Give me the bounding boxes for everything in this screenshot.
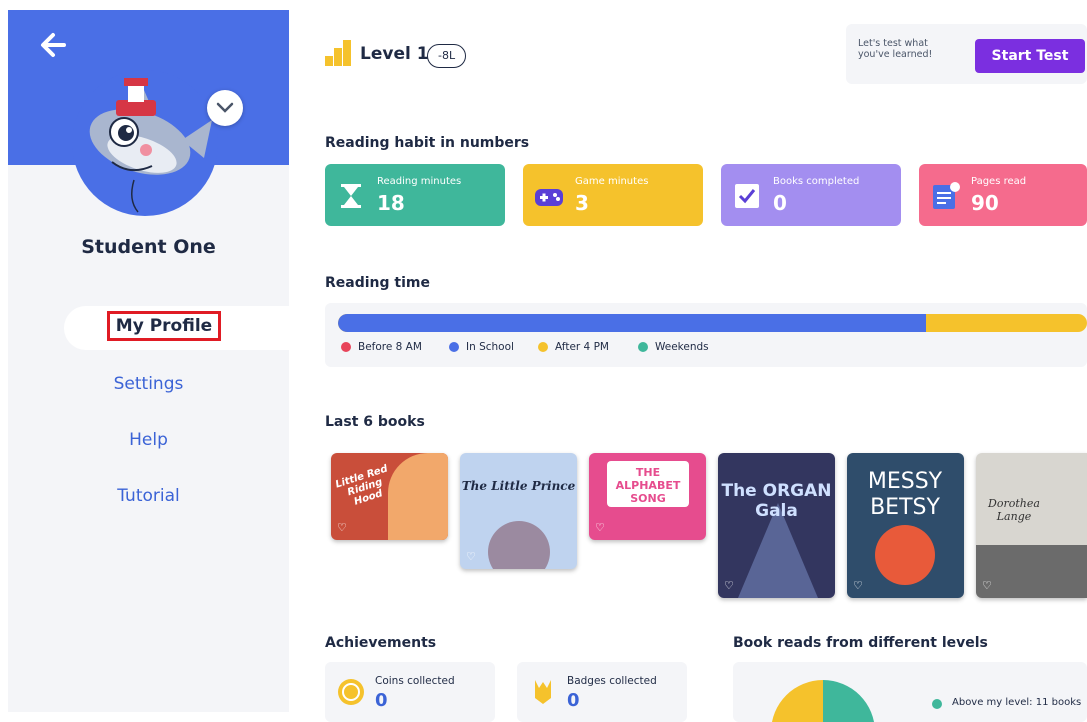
coins-card: Coins collected 0 xyxy=(325,662,495,722)
book-title: The ORGAN Gala xyxy=(721,481,832,521)
levels-legend-label: Above my level: 11 books xyxy=(952,697,1082,708)
start-test-button[interactable]: Start Test xyxy=(975,39,1085,73)
book-title: Dorothea Lange xyxy=(988,497,1040,523)
stat-reading-minutes: Reading minutes 18 xyxy=(325,164,505,226)
sidebar: Student One My Profile Settings Help Tut… xyxy=(8,10,289,712)
book-cover-2[interactable]: The Little Prince ♡ xyxy=(460,453,577,569)
test-prompt-card: Let's test what you've learned! Start Te… xyxy=(846,24,1087,84)
achievements-title: Achievements xyxy=(325,635,437,651)
badges-card: Badges collected 0 xyxy=(517,662,687,722)
pie-slice-green xyxy=(823,680,874,722)
stat-pages-read: Pages read 90 xyxy=(919,164,1087,226)
pie-slice-yellow xyxy=(772,680,823,722)
book-cover-6[interactable]: Dorothea Lange ♡ xyxy=(976,453,1087,598)
level-label: Level 1 xyxy=(360,44,429,64)
gamepad-icon xyxy=(535,189,563,206)
legend-label: In School xyxy=(466,341,514,353)
ach-value: 0 xyxy=(375,690,388,711)
book-title: MESSY BETSY xyxy=(867,469,943,520)
book-art xyxy=(388,453,448,540)
stat-value: 90 xyxy=(971,191,999,215)
stat-value: 0 xyxy=(773,191,787,215)
legend-in-school: In School xyxy=(449,341,514,353)
stat-value: 3 xyxy=(575,191,589,215)
stat-books-completed: Books completed 0 xyxy=(721,164,901,226)
stat-game-minutes: Game minutes 3 xyxy=(523,164,703,226)
nav-settings[interactable]: Settings xyxy=(8,374,289,394)
reading-time-bar xyxy=(338,314,1087,332)
book-cover-4[interactable]: The ORGAN Gala ♡ xyxy=(718,453,835,598)
nav-my-profile-label: My Profile xyxy=(106,311,222,341)
stat-label: Reading minutes xyxy=(377,176,462,187)
stat-label: Game minutes xyxy=(575,176,649,187)
legend-dot xyxy=(932,699,942,709)
heart-icon[interactable]: ♡ xyxy=(982,579,992,592)
legend-label: Weekends xyxy=(655,341,709,353)
heart-icon[interactable]: ♡ xyxy=(337,521,347,534)
heart-icon[interactable]: ♡ xyxy=(853,579,863,592)
legend-dot xyxy=(638,342,648,352)
level-bars-icon xyxy=(325,40,351,66)
levels-panel: Above my level: 11 books xyxy=(733,662,1087,722)
stat-label: Books completed xyxy=(773,176,860,187)
chevron-down-icon xyxy=(216,102,234,113)
levels-title: Book reads from different levels xyxy=(733,635,988,651)
student-name: Student One xyxy=(81,236,216,258)
reading-time-panel: Before 8 AM In School After 4 PM Weekend… xyxy=(325,303,1087,367)
legend-after-4pm: After 4 PM xyxy=(538,341,609,353)
coin-icon xyxy=(338,679,364,705)
book-art xyxy=(488,521,550,569)
pages-icon xyxy=(933,182,960,209)
nav-help[interactable]: Help xyxy=(8,430,289,450)
reading-time-title: Reading time xyxy=(325,275,430,291)
levels-pie-chart xyxy=(772,680,874,722)
test-prompt-text: Let's test what you've learned! xyxy=(858,38,933,60)
legend-dot xyxy=(341,342,351,352)
shark-avatar-icon xyxy=(89,78,212,213)
book-cover-3[interactable]: THE ALPHABET SONG ♡ xyxy=(589,453,706,540)
book-cover-1[interactable]: Little Red Riding Hood ♡ xyxy=(331,453,448,540)
book-title: The Little Prince xyxy=(461,479,576,493)
stat-label: Pages read xyxy=(971,176,1027,187)
heart-icon[interactable]: ♡ xyxy=(595,521,605,534)
legend-label: After 4 PM xyxy=(555,341,609,353)
ach-label: Coins collected xyxy=(375,675,455,687)
habit-title: Reading habit in numbers xyxy=(325,135,530,151)
ach-value: 0 xyxy=(567,690,580,711)
nav-my-profile[interactable]: My Profile xyxy=(64,306,289,350)
book-art xyxy=(875,525,935,585)
back-button[interactable] xyxy=(36,28,70,62)
legend-dot xyxy=(538,342,548,352)
badge-icon xyxy=(535,680,551,704)
books-title: Last 6 books xyxy=(325,414,425,430)
avatar-menu-button[interactable] xyxy=(207,90,243,126)
book-title: THE ALPHABET SONG xyxy=(615,466,681,505)
legend-before-8am: Before 8 AM xyxy=(341,341,422,353)
book-cover-5[interactable]: MESSY BETSY ♡ xyxy=(847,453,964,598)
arrow-left-icon xyxy=(41,33,66,57)
legend-label: Before 8 AM xyxy=(358,341,422,353)
ach-label: Badges collected xyxy=(567,675,657,687)
nav-tutorial[interactable]: Tutorial xyxy=(8,486,289,506)
reading-time-bar-in-school xyxy=(338,314,926,332)
legend-weekends: Weekends xyxy=(638,341,709,353)
book-art xyxy=(976,545,1087,598)
heart-icon[interactable]: ♡ xyxy=(466,550,476,563)
heart-icon[interactable]: ♡ xyxy=(724,579,734,592)
hourglass-icon xyxy=(341,184,361,208)
stat-value: 18 xyxy=(377,191,405,215)
avatar xyxy=(72,70,218,216)
checkbox-icon xyxy=(735,184,759,208)
legend-dot xyxy=(449,342,459,352)
level-badge: -8L xyxy=(427,44,467,68)
